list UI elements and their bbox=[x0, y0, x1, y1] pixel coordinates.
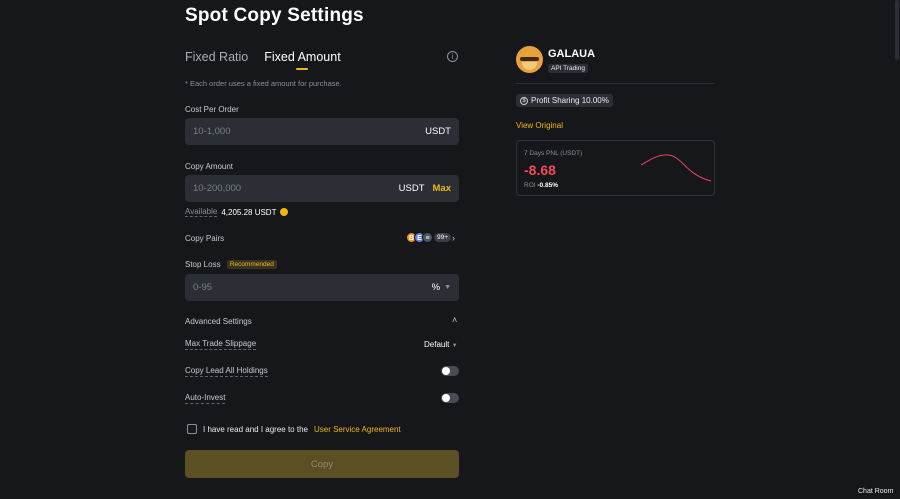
cost-per-order-input[interactable]: 10-1,000 USDT bbox=[185, 118, 459, 145]
divider bbox=[516, 83, 715, 84]
trader-avatar bbox=[516, 46, 543, 73]
stop-loss-text: Stop Loss bbox=[185, 260, 221, 269]
agreement-row: I have read and I agree to the User Serv… bbox=[187, 424, 401, 434]
cost-per-order-label: Cost Per Order bbox=[185, 105, 239, 114]
avatar-face bbox=[522, 62, 537, 70]
roi-value: -0.85% bbox=[537, 182, 558, 189]
more-pairs-badge: 99+ bbox=[434, 233, 452, 242]
pnl-label: 7 Days PNL (USDT) bbox=[524, 150, 583, 157]
chevron-up-icon[interactable]: ˄ bbox=[452, 315, 457, 325]
copy-amount-label: Copy Amount bbox=[185, 162, 234, 171]
roi-row: ROI -0.85% bbox=[524, 182, 558, 189]
copy-lead-toggle[interactable] bbox=[441, 366, 459, 376]
recommended-badge: Recommended bbox=[226, 260, 277, 269]
mode-note: * Each order uses a fixed amount for pur… bbox=[185, 79, 342, 88]
profit-sharing-text: Profit Sharing 10.00% bbox=[531, 96, 609, 105]
roi-label: ROI bbox=[524, 182, 536, 189]
stop-loss-input[interactable]: 0-95 % ▼ bbox=[185, 274, 459, 301]
max-slippage-value: Default bbox=[424, 340, 450, 349]
stop-loss-unit[interactable]: % bbox=[432, 282, 440, 293]
agreement-checkbox[interactable] bbox=[187, 424, 197, 434]
page-scrollbar[interactable] bbox=[895, 0, 899, 60]
api-trading-badge: API Trading bbox=[548, 64, 588, 73]
add-funds-icon[interactable] bbox=[280, 208, 289, 216]
trader-name[interactable]: GALAUA bbox=[548, 48, 595, 60]
auto-invest-label: Auto-Invest bbox=[185, 393, 226, 404]
auto-invest-toggle[interactable] bbox=[441, 393, 459, 403]
cost-per-order-unit: USDT bbox=[425, 126, 451, 137]
agreement-text: I have read and I agree to the bbox=[203, 424, 308, 434]
profit-sharing-icon: $ bbox=[520, 96, 528, 105]
max-slippage-select[interactable]: Default ▼ bbox=[424, 340, 458, 349]
copy-pairs-label: Copy Pairs bbox=[185, 234, 225, 243]
max-button[interactable]: Max bbox=[433, 183, 451, 194]
max-slippage-label: Max Trade Slippage bbox=[185, 339, 257, 350]
page-title: Spot Copy Settings bbox=[185, 5, 364, 26]
advanced-settings-title[interactable]: Advanced Settings bbox=[185, 317, 252, 326]
copy-lead-label: Copy Lead All Holdings bbox=[185, 366, 268, 377]
available-label: Available bbox=[185, 207, 218, 217]
pnl-card: 7 Days PNL (USDT) -8.68 ROI -0.85% bbox=[516, 140, 715, 196]
tab-fixed-ratio[interactable]: Fixed Ratio bbox=[185, 50, 248, 69]
pnl-value: -8.68 bbox=[524, 162, 556, 178]
copy-button[interactable]: Copy bbox=[185, 450, 459, 478]
stop-loss-placeholder: 0-95 bbox=[193, 282, 213, 293]
copy-pairs-selector[interactable]: B E ≡ 99+ bbox=[406, 232, 452, 243]
chat-room-button[interactable]: Chat Room bbox=[858, 488, 893, 495]
view-original-link[interactable]: View Original bbox=[516, 121, 563, 130]
info-icon[interactable]: i bbox=[447, 51, 458, 62]
chevron-down-icon: ▼ bbox=[451, 343, 458, 349]
user-service-agreement-link[interactable]: User Service Agreement bbox=[314, 425, 401, 434]
copy-mode-tabs: Fixed Ratio Fixed Amount bbox=[185, 50, 341, 69]
copy-amount-unit: USDT bbox=[398, 183, 425, 194]
profit-sharing-badge: $ Profit Sharing 10.00% bbox=[516, 94, 613, 107]
cost-per-order-placeholder: 10-1,000 bbox=[193, 126, 231, 137]
pnl-sparkline bbox=[641, 154, 711, 182]
avatar-glasses bbox=[520, 57, 539, 61]
chevron-right-icon[interactable]: › bbox=[452, 233, 455, 243]
copy-amount-input[interactable]: 10-200,000 USDT Max bbox=[185, 175, 459, 202]
tab-fixed-amount[interactable]: Fixed Amount bbox=[264, 50, 340, 69]
copy-amount-placeholder: 10-200,000 bbox=[193, 183, 242, 194]
chevron-down-icon[interactable]: ▼ bbox=[444, 284, 451, 291]
available-value: 4,205.28 USDT bbox=[221, 207, 277, 217]
available-balance: Available 4,205.28 USDT bbox=[185, 207, 289, 217]
stop-loss-label: Stop Loss Recommended bbox=[185, 260, 277, 269]
coin-icon: ≡ bbox=[422, 232, 433, 243]
